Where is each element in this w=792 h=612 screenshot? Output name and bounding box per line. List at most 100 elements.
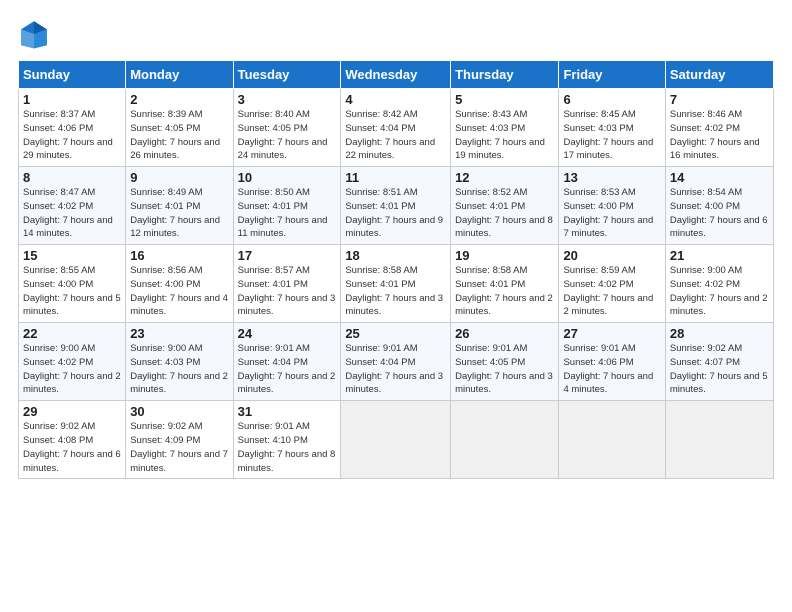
day-number: 26 xyxy=(455,326,554,341)
calendar-day-cell: 4Sunrise: 8:42 AM Sunset: 4:04 PM Daylig… xyxy=(341,89,451,167)
page: SundayMondayTuesdayWednesdayThursdayFrid… xyxy=(0,0,792,612)
day-number: 29 xyxy=(23,404,121,419)
day-number: 27 xyxy=(563,326,660,341)
calendar-day-cell: 24Sunrise: 9:01 AM Sunset: 4:04 PM Dayli… xyxy=(233,323,341,401)
day-number: 18 xyxy=(345,248,446,263)
calendar-day-cell: 1Sunrise: 8:37 AM Sunset: 4:06 PM Daylig… xyxy=(19,89,126,167)
day-info: Sunrise: 9:01 AM Sunset: 4:06 PM Dayligh… xyxy=(563,342,660,397)
calendar-day-cell: 7Sunrise: 8:46 AM Sunset: 4:02 PM Daylig… xyxy=(665,89,773,167)
calendar-day-cell: 17Sunrise: 8:57 AM Sunset: 4:01 PM Dayli… xyxy=(233,245,341,323)
calendar-day-cell xyxy=(559,401,665,479)
day-info: Sunrise: 8:42 AM Sunset: 4:04 PM Dayligh… xyxy=(345,108,446,163)
day-number: 5 xyxy=(455,92,554,107)
day-info: Sunrise: 8:55 AM Sunset: 4:00 PM Dayligh… xyxy=(23,264,121,319)
calendar-day-cell: 15Sunrise: 8:55 AM Sunset: 4:00 PM Dayli… xyxy=(19,245,126,323)
day-number: 25 xyxy=(345,326,446,341)
day-info: Sunrise: 8:51 AM Sunset: 4:01 PM Dayligh… xyxy=(345,186,446,241)
calendar-day-cell: 30Sunrise: 9:02 AM Sunset: 4:09 PM Dayli… xyxy=(126,401,233,479)
calendar-day-cell: 8Sunrise: 8:47 AM Sunset: 4:02 PM Daylig… xyxy=(19,167,126,245)
day-number: 1 xyxy=(23,92,121,107)
day-number: 10 xyxy=(238,170,337,185)
day-number: 30 xyxy=(130,404,228,419)
day-number: 3 xyxy=(238,92,337,107)
weekday-cell: Tuesday xyxy=(233,61,341,89)
calendar-day-cell: 27Sunrise: 9:01 AM Sunset: 4:06 PM Dayli… xyxy=(559,323,665,401)
day-info: Sunrise: 8:56 AM Sunset: 4:00 PM Dayligh… xyxy=(130,264,228,319)
calendar-day-cell: 28Sunrise: 9:02 AM Sunset: 4:07 PM Dayli… xyxy=(665,323,773,401)
calendar-day-cell: 29Sunrise: 9:02 AM Sunset: 4:08 PM Dayli… xyxy=(19,401,126,479)
calendar-day-cell: 16Sunrise: 8:56 AM Sunset: 4:00 PM Dayli… xyxy=(126,245,233,323)
day-info: Sunrise: 9:02 AM Sunset: 4:09 PM Dayligh… xyxy=(130,420,228,475)
day-info: Sunrise: 9:01 AM Sunset: 4:05 PM Dayligh… xyxy=(455,342,554,397)
day-info: Sunrise: 8:54 AM Sunset: 4:00 PM Dayligh… xyxy=(670,186,769,241)
calendar-day-cell xyxy=(665,401,773,479)
weekday-cell: Thursday xyxy=(451,61,559,89)
day-number: 28 xyxy=(670,326,769,341)
day-info: Sunrise: 9:02 AM Sunset: 4:07 PM Dayligh… xyxy=(670,342,769,397)
day-number: 4 xyxy=(345,92,446,107)
day-number: 24 xyxy=(238,326,337,341)
calendar-day-cell: 14Sunrise: 8:54 AM Sunset: 4:00 PM Dayli… xyxy=(665,167,773,245)
calendar-day-cell: 10Sunrise: 8:50 AM Sunset: 4:01 PM Dayli… xyxy=(233,167,341,245)
day-number: 14 xyxy=(670,170,769,185)
calendar-day-cell xyxy=(341,401,451,479)
day-number: 6 xyxy=(563,92,660,107)
day-number: 8 xyxy=(23,170,121,185)
day-number: 23 xyxy=(130,326,228,341)
day-number: 2 xyxy=(130,92,228,107)
calendar-day-cell: 3Sunrise: 8:40 AM Sunset: 4:05 PM Daylig… xyxy=(233,89,341,167)
calendar-day-cell: 12Sunrise: 8:52 AM Sunset: 4:01 PM Dayli… xyxy=(451,167,559,245)
weekday-cell: Sunday xyxy=(19,61,126,89)
day-info: Sunrise: 9:01 AM Sunset: 4:04 PM Dayligh… xyxy=(238,342,337,397)
day-info: Sunrise: 8:45 AM Sunset: 4:03 PM Dayligh… xyxy=(563,108,660,163)
weekday-cell: Monday xyxy=(126,61,233,89)
calendar-day-cell: 23Sunrise: 9:00 AM Sunset: 4:03 PM Dayli… xyxy=(126,323,233,401)
day-number: 11 xyxy=(345,170,446,185)
calendar-day-cell: 18Sunrise: 8:58 AM Sunset: 4:01 PM Dayli… xyxy=(341,245,451,323)
weekday-cell: Saturday xyxy=(665,61,773,89)
weekday-header-row: SundayMondayTuesdayWednesdayThursdayFrid… xyxy=(19,61,774,89)
day-info: Sunrise: 8:37 AM Sunset: 4:06 PM Dayligh… xyxy=(23,108,121,163)
day-info: Sunrise: 8:58 AM Sunset: 4:01 PM Dayligh… xyxy=(455,264,554,319)
calendar-day-cell: 6Sunrise: 8:45 AM Sunset: 4:03 PM Daylig… xyxy=(559,89,665,167)
calendar-day-cell: 11Sunrise: 8:51 AM Sunset: 4:01 PM Dayli… xyxy=(341,167,451,245)
header xyxy=(18,18,774,50)
calendar-day-cell: 31Sunrise: 9:01 AM Sunset: 4:10 PM Dayli… xyxy=(233,401,341,479)
calendar-day-cell: 19Sunrise: 8:58 AM Sunset: 4:01 PM Dayli… xyxy=(451,245,559,323)
day-info: Sunrise: 8:39 AM Sunset: 4:05 PM Dayligh… xyxy=(130,108,228,163)
day-info: Sunrise: 8:47 AM Sunset: 4:02 PM Dayligh… xyxy=(23,186,121,241)
day-number: 20 xyxy=(563,248,660,263)
calendar-day-cell: 25Sunrise: 9:01 AM Sunset: 4:04 PM Dayli… xyxy=(341,323,451,401)
logo xyxy=(18,18,56,50)
day-number: 31 xyxy=(238,404,337,419)
day-number: 21 xyxy=(670,248,769,263)
calendar-day-cell: 13Sunrise: 8:53 AM Sunset: 4:00 PM Dayli… xyxy=(559,167,665,245)
day-info: Sunrise: 8:58 AM Sunset: 4:01 PM Dayligh… xyxy=(345,264,446,319)
day-info: Sunrise: 8:49 AM Sunset: 4:01 PM Dayligh… xyxy=(130,186,228,241)
day-info: Sunrise: 9:00 AM Sunset: 4:03 PM Dayligh… xyxy=(130,342,228,397)
day-number: 7 xyxy=(670,92,769,107)
calendar-week-row: 29Sunrise: 9:02 AM Sunset: 4:08 PM Dayli… xyxy=(19,401,774,479)
logo-icon xyxy=(18,18,50,50)
day-info: Sunrise: 8:50 AM Sunset: 4:01 PM Dayligh… xyxy=(238,186,337,241)
day-info: Sunrise: 8:52 AM Sunset: 4:01 PM Dayligh… xyxy=(455,186,554,241)
day-info: Sunrise: 9:02 AM Sunset: 4:08 PM Dayligh… xyxy=(23,420,121,475)
calendar-body: 1Sunrise: 8:37 AM Sunset: 4:06 PM Daylig… xyxy=(19,89,774,479)
day-info: Sunrise: 9:01 AM Sunset: 4:10 PM Dayligh… xyxy=(238,420,337,475)
calendar-day-cell: 22Sunrise: 9:00 AM Sunset: 4:02 PM Dayli… xyxy=(19,323,126,401)
calendar-day-cell: 20Sunrise: 8:59 AM Sunset: 4:02 PM Dayli… xyxy=(559,245,665,323)
day-info: Sunrise: 9:01 AM Sunset: 4:04 PM Dayligh… xyxy=(345,342,446,397)
calendar-week-row: 22Sunrise: 9:00 AM Sunset: 4:02 PM Dayli… xyxy=(19,323,774,401)
calendar-day-cell: 21Sunrise: 9:00 AM Sunset: 4:02 PM Dayli… xyxy=(665,245,773,323)
day-info: Sunrise: 8:40 AM Sunset: 4:05 PM Dayligh… xyxy=(238,108,337,163)
day-number: 22 xyxy=(23,326,121,341)
day-number: 13 xyxy=(563,170,660,185)
day-info: Sunrise: 8:46 AM Sunset: 4:02 PM Dayligh… xyxy=(670,108,769,163)
calendar-week-row: 8Sunrise: 8:47 AM Sunset: 4:02 PM Daylig… xyxy=(19,167,774,245)
weekday-cell: Wednesday xyxy=(341,61,451,89)
day-number: 9 xyxy=(130,170,228,185)
day-info: Sunrise: 8:57 AM Sunset: 4:01 PM Dayligh… xyxy=(238,264,337,319)
calendar-day-cell: 2Sunrise: 8:39 AM Sunset: 4:05 PM Daylig… xyxy=(126,89,233,167)
day-info: Sunrise: 8:53 AM Sunset: 4:00 PM Dayligh… xyxy=(563,186,660,241)
weekday-cell: Friday xyxy=(559,61,665,89)
